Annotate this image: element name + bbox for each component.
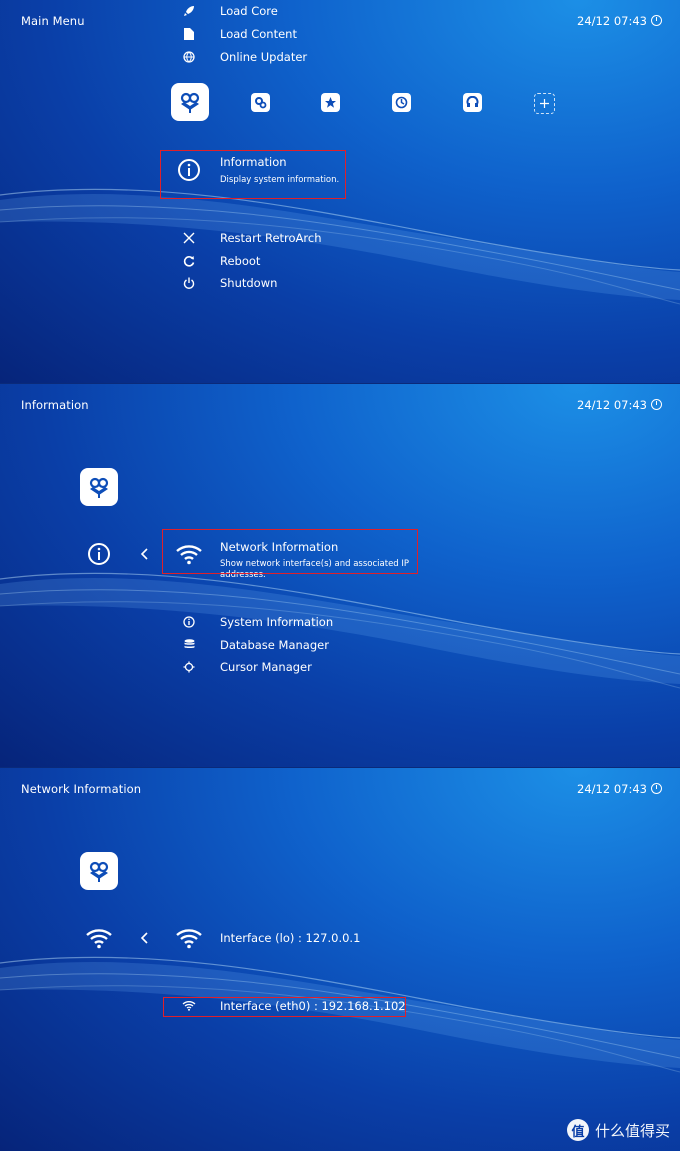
clock: 24/12 07:43 <box>577 14 662 28</box>
network-information-panel: Network Information 24/12 07:43 Interfac… <box>0 767 680 1151</box>
clock: 24/12 07:43 <box>577 398 662 412</box>
load-content-item[interactable]: Load Content <box>220 27 297 41</box>
reload-icon <box>182 254 196 268</box>
settings-tab-icon[interactable] <box>251 93 270 112</box>
clock-icon <box>651 399 662 410</box>
power-icon <box>182 276 196 290</box>
netplay-tab-icon[interactable] <box>463 93 482 112</box>
info-icon <box>182 615 196 629</box>
history-tab-icon[interactable] <box>392 93 411 112</box>
main-menu-tab-icon[interactable] <box>80 852 118 890</box>
online-updater-item[interactable]: Online Updater <box>220 50 307 64</box>
rocket-icon <box>182 4 196 18</box>
watermark-logo: 值 <box>566 1119 589 1141</box>
main-menu-tab-icon[interactable] <box>80 468 118 506</box>
background-wave <box>0 956 680 1073</box>
shutdown-item[interactable]: Shutdown <box>220 276 277 290</box>
clock-text: 24/12 07:43 <box>577 14 647 28</box>
page-title: Main Menu <box>21 14 85 28</box>
main-menu-tab-icon[interactable] <box>171 83 209 121</box>
highlight-box <box>160 150 346 199</box>
clock-text: 24/12 07:43 <box>577 398 647 412</box>
page-title: Information <box>21 398 89 412</box>
highlight-box <box>162 529 418 574</box>
globe-icon <box>182 50 196 64</box>
clock-icon <box>651 15 662 26</box>
favorites-tab-icon[interactable] <box>321 93 340 112</box>
main-menu-panel: Main Menu 24/12 07:43 Load Core Load Con… <box>0 0 680 383</box>
clock-icon <box>651 783 662 794</box>
interface-lo-item[interactable]: Interface (lo) : 127.0.0.1 <box>220 931 360 945</box>
watermark: 值 什么值得买 <box>566 1119 670 1141</box>
file-icon <box>182 27 196 41</box>
back-arrow-icon[interactable] <box>138 931 150 945</box>
wifi-icon <box>84 925 114 951</box>
cursor-icon <box>182 660 196 674</box>
system-information-item[interactable]: System Information <box>220 615 333 629</box>
wifi-icon <box>174 925 204 951</box>
info-icon <box>86 541 112 567</box>
database-icon <box>182 638 196 652</box>
close-icon <box>182 231 196 245</box>
cursor-manager-item[interactable]: Cursor Manager <box>220 660 312 674</box>
reboot-item[interactable]: Reboot <box>220 254 260 268</box>
page-title: Network Information <box>21 782 142 796</box>
back-arrow-icon[interactable] <box>138 547 150 561</box>
highlight-box <box>163 997 406 1017</box>
add-tab-icon[interactable] <box>534 93 555 114</box>
database-manager-item[interactable]: Database Manager <box>220 638 329 652</box>
restart-retroarch-item[interactable]: Restart RetroArch <box>220 231 322 245</box>
watermark-text: 什么值得买 <box>594 1121 670 1140</box>
clock: 24/12 07:43 <box>577 782 662 796</box>
load-core-item[interactable]: Load Core <box>220 4 278 18</box>
information-panel: Information 24/12 07:43 Network Informat… <box>0 383 680 767</box>
clock-text: 24/12 07:43 <box>577 782 647 796</box>
